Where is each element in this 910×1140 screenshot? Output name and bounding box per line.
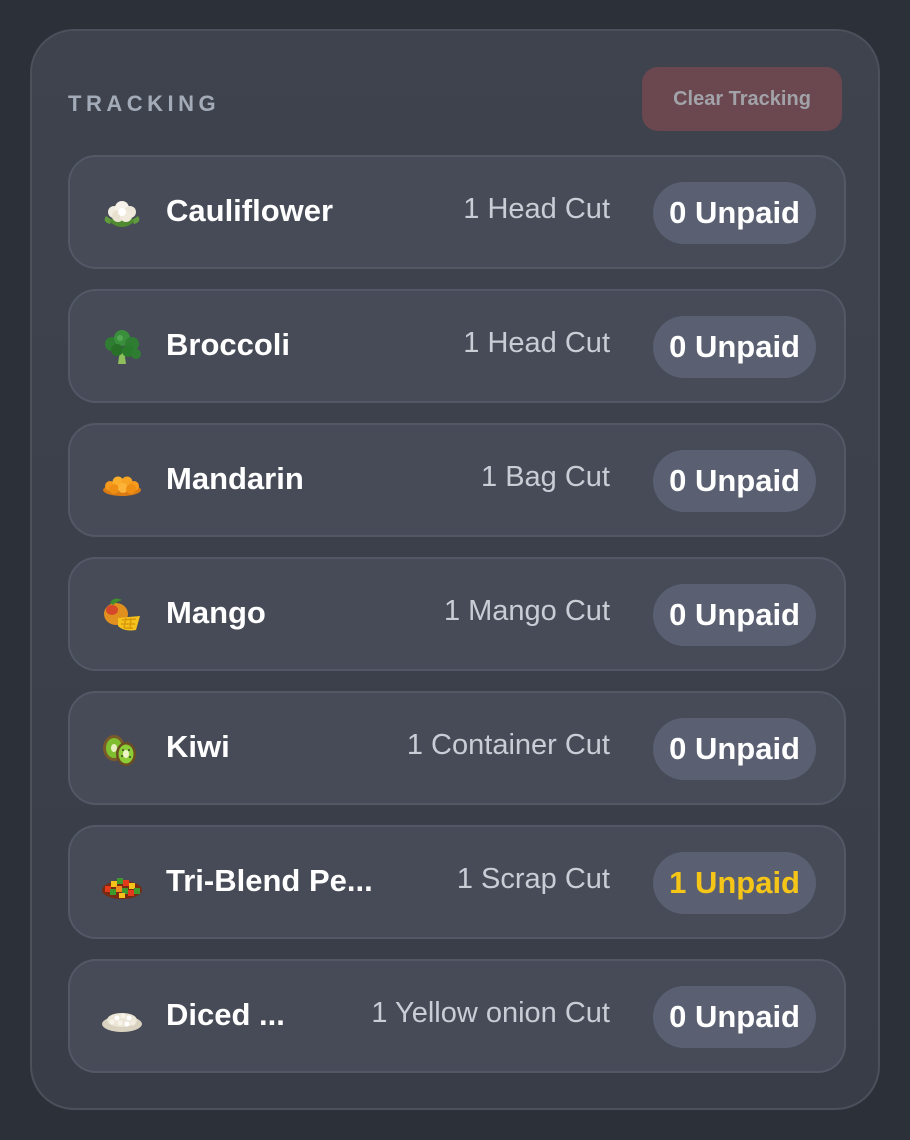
diced-onion-icon [100,996,144,1040]
unpaid-badge[interactable]: 0 Unpaid [653,718,816,780]
panel-title: TRACKING [68,91,221,116]
item-cut: 1 Bag Cut [481,461,610,493]
list-item[interactable]: Cauliflower 1 Head Cut 0 Unpaid [68,155,846,269]
list-item[interactable]: Mandarin 1 Bag Cut 0 Unpaid [68,423,846,537]
broccoli-icon [100,326,144,370]
kiwi-icon [100,728,144,772]
mandarin-icon [100,460,144,504]
unpaid-badge[interactable]: 0 Unpaid [653,316,816,378]
tracking-panel: TRACKING Clear Tracking Cauliflower 1 He [30,29,880,1110]
tracking-list: Cauliflower 1 Head Cut 0 Unpaid Broccoli… [68,155,846,1093]
item-name: Cauliflower [166,193,334,228]
item-name: Diced ... [166,997,285,1032]
tri-blend-peppers-icon [100,862,144,906]
list-item[interactable]: Kiwi 1 Container Cut 0 Unpaid [68,691,846,805]
cauliflower-icon [100,192,144,236]
item-cut: 1 Head Cut [463,327,610,359]
item-name: Mandarin [166,461,304,496]
list-item[interactable]: Tri-Blend Pe... 1 Scrap Cut 1 Unpaid [68,825,846,939]
unpaid-badge[interactable]: 0 Unpaid [653,450,816,512]
unpaid-badge[interactable]: 0 Unpaid [653,584,816,646]
unpaid-badge[interactable]: 0 Unpaid [653,182,816,244]
list-item[interactable]: Broccoli 1 Head Cut 0 Unpaid [68,289,846,403]
item-cut: 1 Yellow onion Cut [371,997,610,1029]
item-name: Kiwi [166,729,230,764]
item-cut: 1 Mango Cut [443,595,610,627]
mango-icon [100,594,144,638]
item-cut: 1 Container Cut [406,729,610,761]
list-item[interactable]: Diced ... 1 Yellow onion Cut 0 Unpaid [68,959,846,1073]
unpaid-badge[interactable]: 0 Unpaid [653,986,816,1048]
item-name: Tri-Blend Pe... [166,863,373,898]
unpaid-badge[interactable]: 1 Unpaid [653,852,816,914]
item-cut: 1 Scrap Cut [456,863,610,895]
item-name: Mango [166,595,266,630]
tracking-header: TRACKING Clear Tracking [68,67,842,131]
item-name: Broccoli [166,327,291,362]
item-cut: 1 Head Cut [463,193,610,225]
list-item[interactable]: Mango 1 Mango Cut 0 Unpaid [68,557,846,671]
clear-tracking-button[interactable]: Clear Tracking [642,67,842,131]
